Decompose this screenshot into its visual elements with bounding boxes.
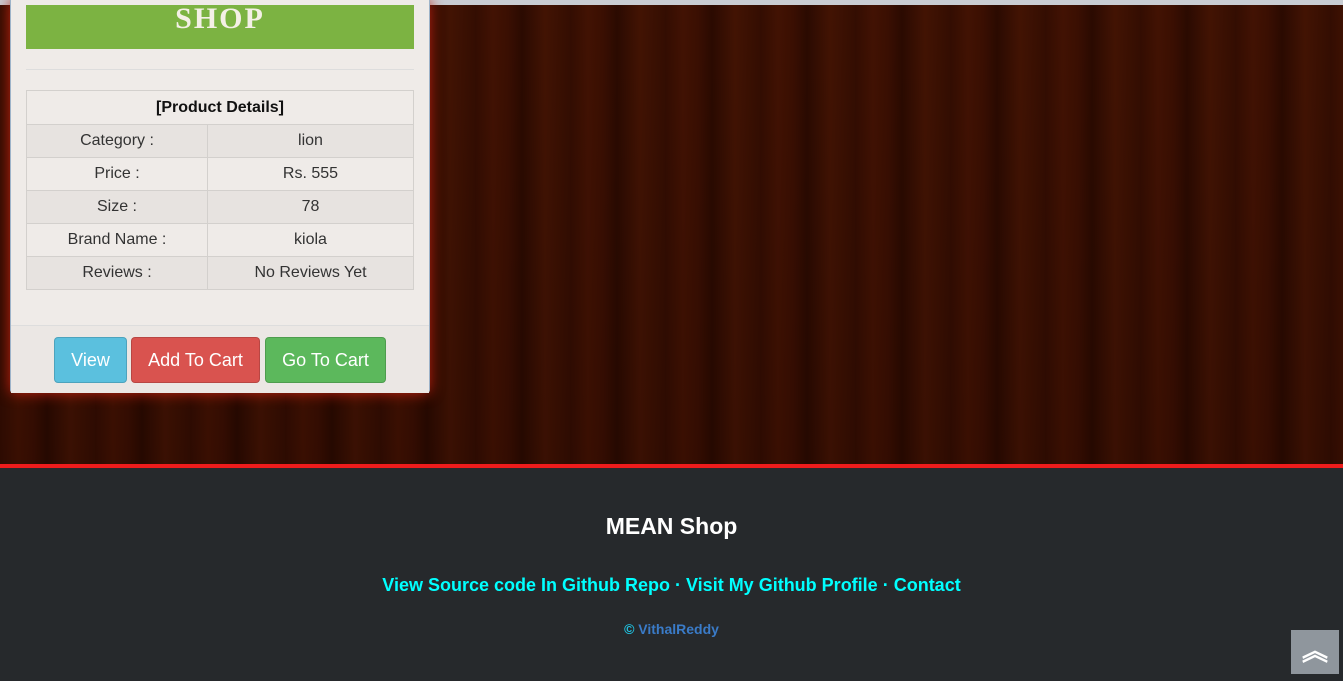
product-image: SHOP	[26, 5, 414, 49]
double-chevron-up-icon: ︽	[1301, 636, 1328, 666]
row-value: kiola	[207, 223, 414, 257]
table-row: Price : Rs. 555	[26, 157, 414, 191]
row-label: Price :	[26, 157, 208, 191]
table-row: Category : lion	[26, 124, 414, 158]
footer-title: MEAN Shop	[605, 513, 738, 539]
github-profile-link[interactable]: Visit My Github Profile	[686, 575, 878, 595]
row-value: No Reviews Yet	[207, 256, 414, 290]
contact-link[interactable]: Contact	[894, 575, 961, 595]
author-link[interactable]: VithalReddy	[638, 621, 719, 637]
table-row: Brand Name : kiola	[26, 223, 414, 257]
link-separator: ·	[670, 575, 686, 595]
row-value: Rs. 555	[207, 157, 414, 191]
table-row: Reviews : No Reviews Yet	[26, 256, 414, 290]
table-row: Size :78	[26, 190, 414, 224]
product-details-table: [Product Details] Category : lion Price :…	[26, 90, 414, 290]
go-to-cart-button[interactable]: Go To Cart	[265, 337, 386, 383]
table-header: [Product Details]	[26, 90, 414, 125]
row-label: Category :	[26, 124, 208, 158]
add-to-cart-button[interactable]: Add To Cart	[131, 337, 260, 383]
copyright: © VithalReddy	[0, 621, 1343, 637]
separator	[26, 69, 414, 70]
copyright-symbol: ©	[624, 621, 635, 637]
row-value: lion	[207, 124, 414, 158]
product-card: SHOP [Product Details] Category : lion Pr…	[10, 0, 430, 393]
footer-links: View Source code In Github Repo · Visit …	[0, 575, 1343, 596]
link-separator: ·	[877, 575, 894, 595]
card-footer: View Add To Cart Go To Cart	[11, 325, 429, 393]
row-label: Size :	[26, 190, 208, 224]
row-label: Reviews :	[26, 256, 208, 290]
scroll-to-top-button[interactable]: ︽	[1291, 630, 1339, 674]
row-value: 78	[207, 190, 414, 224]
row-label: Brand Name :	[26, 223, 208, 257]
banner-text: SHOP	[175, 5, 265, 35]
github-repo-link[interactable]: View Source code In Github Repo	[382, 575, 670, 595]
view-button[interactable]: View	[54, 337, 127, 383]
site-footer: MEAN Shop View Source code In Github Rep…	[0, 468, 1343, 681]
